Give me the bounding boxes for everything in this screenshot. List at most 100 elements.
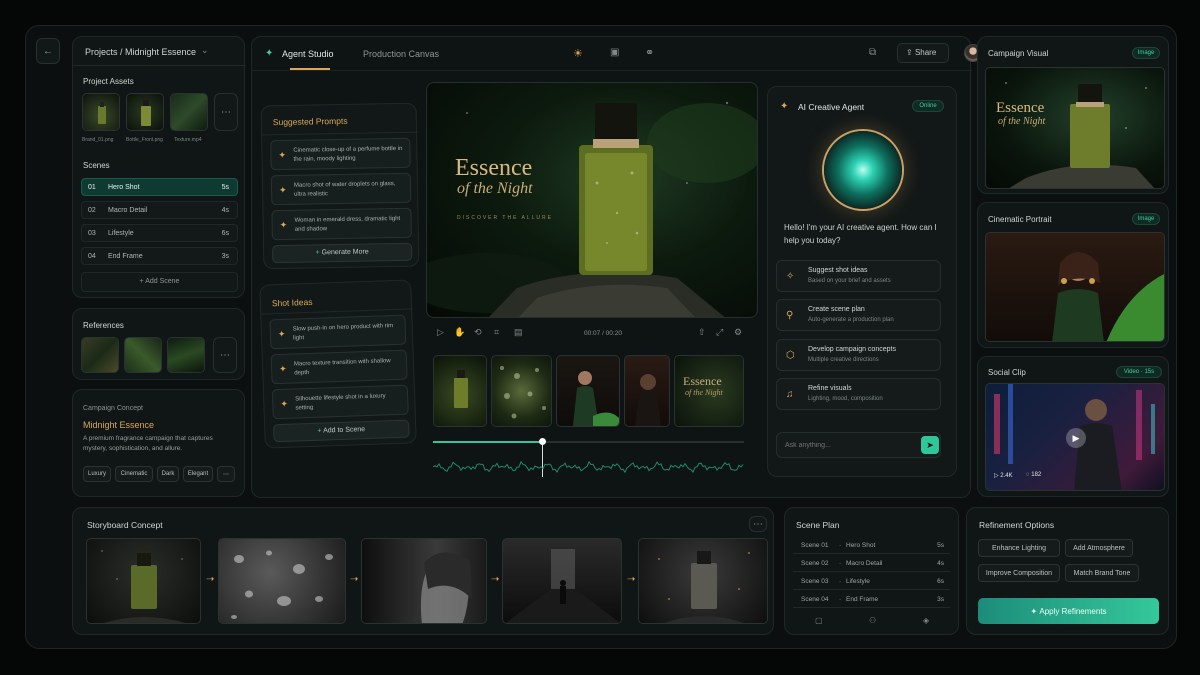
plan-row[interactable]: Scene 01 · Hero Shot 5s	[793, 538, 950, 554]
timeline-frame[interactable]	[624, 355, 670, 427]
asset-thumb-texture[interactable]	[170, 93, 208, 131]
scene-num: 02	[88, 207, 96, 214]
cinematic-portrait-image[interactable]	[985, 232, 1165, 342]
add-to-scene-button[interactable]: + Add to Scene	[273, 419, 410, 443]
refinement-title: Refinement Options	[979, 520, 1055, 530]
share-icon: ⇪	[906, 48, 915, 57]
shot-idea-item[interactable]: ✦ Silhouette lifestyle shot in a luxury s…	[271, 384, 409, 420]
add-scene-button[interactable]: + Add Scene	[81, 272, 238, 292]
references-title: References	[83, 321, 124, 330]
timeline-frame[interactable]	[556, 355, 620, 427]
document-icon[interactable]: ▢	[815, 616, 823, 625]
scene-num: 04	[88, 253, 96, 260]
storyboard-frame[interactable]	[638, 538, 768, 624]
breadcrumb[interactable]: Projects / Midnight Essence	[85, 47, 196, 57]
crop-icon[interactable]: ⌗	[494, 327, 499, 338]
rotate-icon[interactable]: ⟲	[474, 327, 482, 338]
storyboard-frame[interactable]	[86, 538, 201, 624]
shot-idea-item[interactable]: ✦ Macro texture transition with shallow d…	[270, 349, 408, 385]
expand-icon[interactable]: ⤢	[716, 327, 723, 338]
scene-plan-panel: Scene Plan Scene 01 · Hero Shot 5s Scene 02…	[784, 507, 959, 635]
scene-row[interactable]: 02 Macro Detail 4s	[81, 201, 238, 219]
sparkle-icon: ✦	[277, 328, 286, 340]
shield-icon[interactable]: ◈	[923, 616, 929, 625]
asset-name: Brand_01.png	[82, 137, 114, 143]
refine-option[interactable]: Improve Composition	[978, 564, 1060, 582]
chat-icon[interactable]: ⧉	[869, 47, 876, 58]
more-tags-button[interactable]: ⋯	[217, 466, 235, 482]
link-icon[interactable]: ⚭	[645, 46, 654, 59]
campaign-visual-image[interactable]: Essence of the Night	[985, 67, 1165, 189]
plan-name: Macro Detail	[846, 560, 883, 567]
action-refine-visuals[interactable]: ♫ Refine visuals Lighting, mood, compositi…	[776, 378, 941, 410]
scene-name: End Frame	[108, 253, 143, 260]
timeline-frame[interactable]	[433, 355, 487, 427]
reference-thumb[interactable]	[81, 337, 119, 373]
shot-idea-item[interactable]: ✦ Slow push-in on hero product with rim l…	[269, 314, 407, 350]
share-button[interactable]: ⇪ Share	[897, 43, 949, 63]
back-button[interactable]: ←	[36, 38, 60, 64]
refine-option[interactable]: Match Brand Tone	[1065, 564, 1139, 582]
preview-canvas[interactable]: Essence of the Night DISCOVER THE ALLURE	[426, 82, 758, 318]
storyboard-more-button[interactable]: ⋯	[749, 516, 767, 532]
settings-icon[interactable]: ⚙	[734, 327, 742, 338]
play-icon[interactable]: ▷	[437, 327, 444, 338]
sun-icon[interactable]: ☀	[573, 47, 583, 60]
plan-row[interactable]: Scene 04 · End Frame 3s	[793, 592, 950, 608]
layers-icon[interactable]: ▤	[514, 327, 523, 338]
plan-scene: Scene 01	[801, 542, 829, 549]
chevron-down-icon[interactable]: ⌄	[201, 45, 209, 56]
plan-row[interactable]: Scene 02 · Macro Detail 4s	[793, 556, 950, 572]
action-develop-concepts[interactable]: ⬡ Develop campaign concepts Multiple creat…	[776, 339, 941, 371]
action-title: Suggest shot ideas	[808, 267, 868, 274]
hand-icon[interactable]: ✋	[454, 327, 465, 338]
storyboard-panel: Storyboard Concept ⋯ ➝ ➝ ➝ ➝	[72, 507, 774, 635]
scene-name: Hero Shot	[108, 184, 140, 191]
tag-chip[interactable]: Luxury	[83, 466, 111, 482]
storyboard-frame[interactable]	[361, 538, 487, 624]
generate-more-button[interactable]: + Generate More	[272, 242, 413, 264]
prompt-item[interactable]: ✦ Macro shot of water droplets on glass, …	[270, 172, 412, 206]
prompt-text: Macro shot of water droplets on glass, u…	[293, 181, 396, 198]
scene-row[interactable]: 03 Lifestyle 6s	[81, 224, 238, 242]
workspace-panel: ✦ Agent Studio Production Canvas ☀ ▣ ⚭ ⧉…	[251, 36, 982, 498]
suggested-prompts-card: Suggested Prompts ✦ Cinematic close-up of…	[260, 102, 420, 270]
upload-icon[interactable]: ⇧	[698, 327, 706, 338]
tag-chip[interactable]: Dark	[157, 466, 179, 482]
more-assets-button[interactable]: ⋯	[214, 93, 238, 131]
social-clip-video[interactable]: ▶ ▷ 2.4K ◌ 182	[985, 383, 1165, 491]
asset-thumb-brand[interactable]	[82, 93, 120, 131]
apply-refinements-button[interactable]: ✦ Apply Refinements	[978, 598, 1159, 624]
timeline-frame[interactable]: Essence of the Night	[674, 355, 744, 427]
refine-option[interactable]: Enhance Lighting	[978, 539, 1060, 557]
more-references-button[interactable]: ⋯	[213, 337, 237, 373]
tag-chip[interactable]: Cinematic	[115, 466, 153, 482]
scene-row[interactable]: 04 End Frame 3s	[81, 247, 238, 265]
play-button[interactable]: ▶	[1066, 428, 1086, 448]
tag-chip[interactable]: Elegant	[183, 466, 213, 482]
send-button[interactable]: ➤	[921, 436, 939, 454]
music-icon: ♫	[786, 389, 794, 400]
document-icon[interactable]: ▣	[610, 47, 619, 58]
action-create-scene-plan[interactable]: ⚲ Create scene plan Auto-generate a produc…	[776, 299, 941, 331]
playhead[interactable]	[538, 438, 546, 445]
agent-chat-input[interactable]	[776, 432, 941, 458]
agent-greeting: Hello! I'm your AI creative agent. How c…	[784, 223, 937, 245]
storyboard-frame[interactable]	[218, 538, 346, 624]
prompt-item[interactable]: ✦ Woman in emerald dress, dramatic light …	[271, 207, 412, 241]
tab-production-canvas[interactable]: Production Canvas	[363, 49, 439, 59]
timeline-frame[interactable]	[491, 355, 552, 427]
action-suggest-shots[interactable]: ✧ Suggest shot ideas Based on your brief a…	[776, 260, 941, 292]
tab-agent-studio[interactable]: Agent Studio	[282, 49, 334, 59]
send-icon: ➤	[926, 439, 934, 450]
asset-thumb-bottle[interactable]	[126, 93, 164, 131]
refine-option[interactable]: Add Atmosphere	[1065, 539, 1133, 557]
storyboard-frame[interactable]	[502, 538, 622, 624]
scene-row[interactable]: 01 Hero Shot 5s	[81, 178, 238, 196]
scene-num: 01	[88, 184, 96, 191]
plan-row[interactable]: Scene 03 · Lifestyle 6s	[793, 574, 950, 590]
prompt-item[interactable]: ✦ Cinematic close-up of a perfume bottle …	[270, 137, 411, 171]
reference-thumb[interactable]	[167, 337, 205, 373]
reference-thumb[interactable]	[124, 337, 162, 373]
people-icon[interactable]: ⚇	[869, 616, 876, 625]
